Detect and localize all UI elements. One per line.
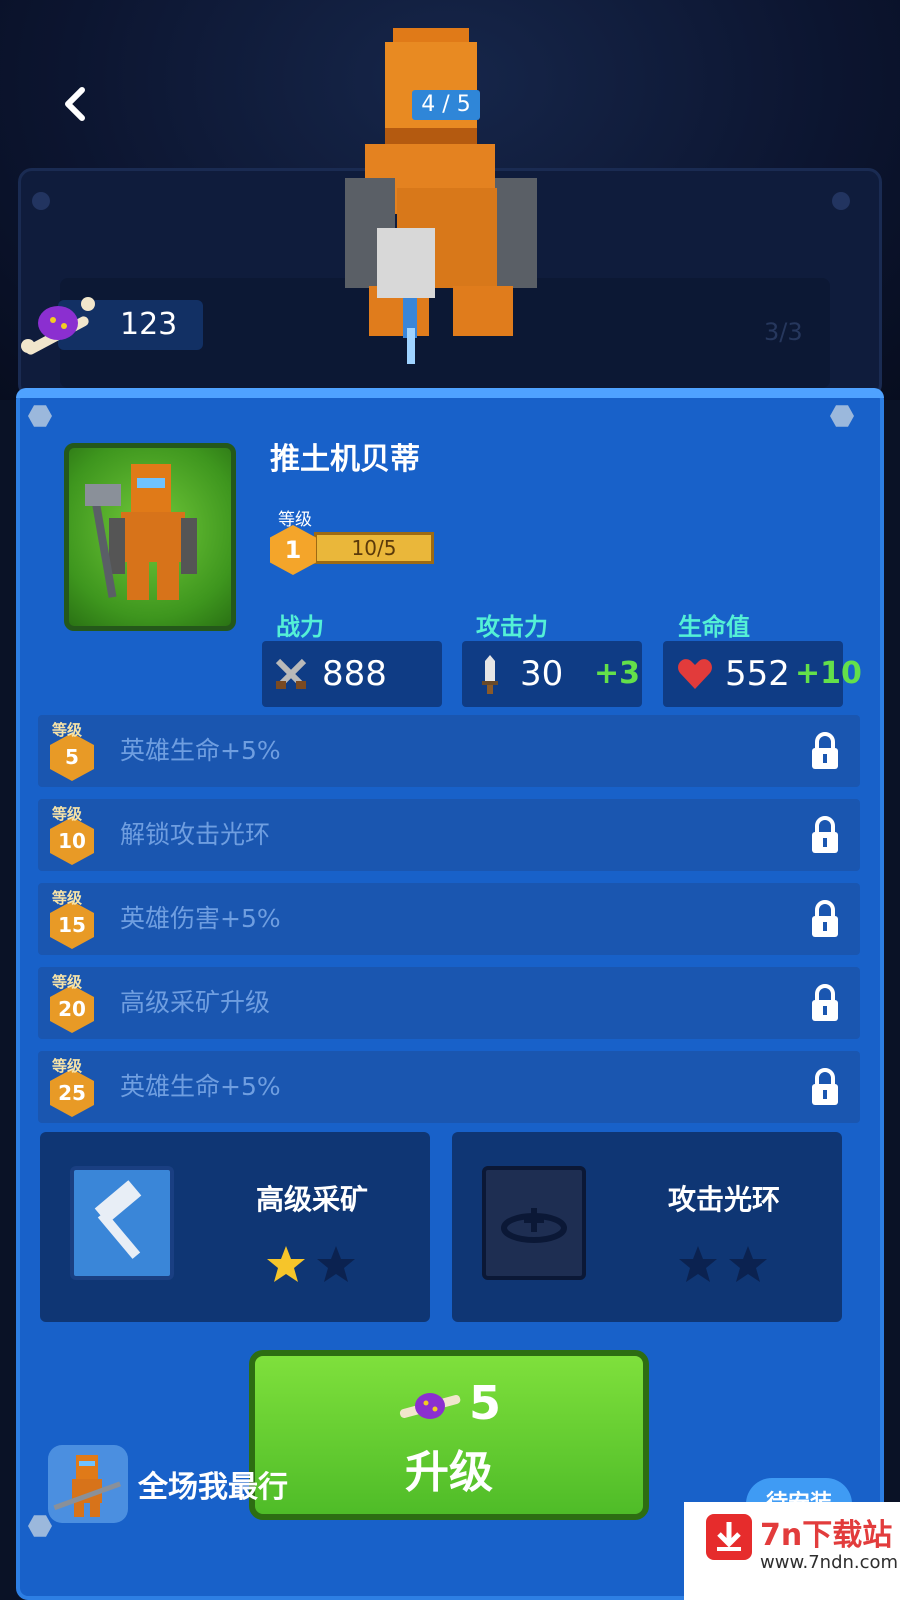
lock-icon xyxy=(812,816,838,853)
unlock-row: 20 等级 高级采矿升级 xyxy=(38,967,860,1039)
stat-health-bonus: +10 xyxy=(795,656,862,691)
stat-power-value: 888 xyxy=(322,654,387,694)
panel-highlight xyxy=(16,388,884,398)
star-empty-icon xyxy=(317,1246,355,1282)
unlock-level-label: 等级 xyxy=(52,973,83,991)
skill-card-attack-aura[interactable]: 攻击光环 xyxy=(452,1132,842,1322)
hero-model xyxy=(345,28,537,364)
unlock-level-badge: 10 xyxy=(50,817,94,865)
unlock-text: 高级采矿升级 xyxy=(120,988,271,1017)
stat-label-attack: 攻击力 xyxy=(476,613,548,641)
lock-icon xyxy=(812,732,838,769)
hero-portrait-image xyxy=(85,464,197,600)
unlock-text: 英雄生命+5% xyxy=(120,1072,281,1101)
sword-icon xyxy=(482,655,498,694)
stat-attack-bonus: +3 xyxy=(594,656,641,691)
lock-icon xyxy=(812,900,838,937)
watermark-title: 7n下载站 xyxy=(760,1518,893,1553)
stat-label-power: 战力 xyxy=(276,613,324,641)
unlock-level-badge: 15 xyxy=(50,901,94,949)
skill-name: 攻击光环 xyxy=(668,1183,781,1216)
ad-app-icon[interactable] xyxy=(48,1445,128,1523)
candy-amount: 123 xyxy=(120,307,178,342)
faint-counter: 3/3 xyxy=(764,318,803,346)
unlock-row: 10 等级 解锁攻击光环 xyxy=(38,799,860,871)
candy-icon xyxy=(21,297,95,355)
unlock-text: 英雄生命+5% xyxy=(120,736,281,765)
unlock-level-label: 等级 xyxy=(52,805,83,823)
hammer-icon xyxy=(70,1166,174,1280)
stat-attack-value: 30 xyxy=(520,654,564,694)
candy-icon xyxy=(399,1393,461,1419)
ad-title[interactable]: 全场我最行 xyxy=(138,1462,288,1506)
unlock-row: 25 等级 英雄生命+5% xyxy=(38,1051,860,1123)
watermark-url: www.7ndn.com xyxy=(760,1552,899,1573)
power-icon xyxy=(275,658,307,690)
hero-portrait xyxy=(64,443,236,631)
stat-label-health: 生命值 xyxy=(678,613,750,641)
hero-name: 推土机贝蒂 xyxy=(270,442,420,477)
unlock-level-badge: 5 xyxy=(50,733,94,781)
stat-health-value: 552 xyxy=(725,654,790,694)
heart-icon xyxy=(678,659,712,689)
unlock-level-badge: 25 xyxy=(50,1069,94,1117)
lock-icon xyxy=(812,984,838,1021)
stat-health: 552 +10 xyxy=(663,641,862,707)
unlock-row: 15 等级 英雄伤害+5% xyxy=(38,883,860,955)
aura-icon xyxy=(482,1166,586,1280)
star-empty-icon xyxy=(729,1246,767,1282)
lock-icon xyxy=(812,1068,838,1105)
unlock-text: 解锁攻击光环 xyxy=(120,820,271,849)
unlock-level-label: 等级 xyxy=(52,889,83,907)
unlock-level-label: 等级 xyxy=(52,1057,83,1075)
bolt-icon xyxy=(32,192,50,210)
star-empty-icon xyxy=(679,1246,717,1282)
skill-card-advanced-mining[interactable]: 高级采矿 xyxy=(40,1132,430,1322)
unlock-row: 5 等级 英雄生命+5% xyxy=(38,715,860,787)
upgrade-label: 升级 xyxy=(405,1447,493,1498)
upgrade-button[interactable]: 5 升级 xyxy=(249,1350,649,1520)
unlock-text: 英雄伤害+5% xyxy=(120,904,281,933)
skill-name: 高级采矿 xyxy=(256,1183,369,1216)
hero-index-counter: 4 / 5 xyxy=(412,90,480,120)
level-progress-bar: 10/5 xyxy=(314,532,434,564)
stat-attack: 30 +3 xyxy=(462,641,642,707)
chevron-left-icon xyxy=(65,87,85,121)
back-button[interactable] xyxy=(56,84,96,124)
upgrade-cost: 5 xyxy=(469,1376,502,1430)
unlock-level-badge: 20 xyxy=(50,985,94,1033)
star-filled-icon xyxy=(267,1246,305,1282)
stat-power: 888 xyxy=(262,641,442,707)
unlock-level-label: 等级 xyxy=(52,721,83,739)
download-logo-icon xyxy=(706,1514,752,1560)
bolt-icon xyxy=(832,192,850,210)
